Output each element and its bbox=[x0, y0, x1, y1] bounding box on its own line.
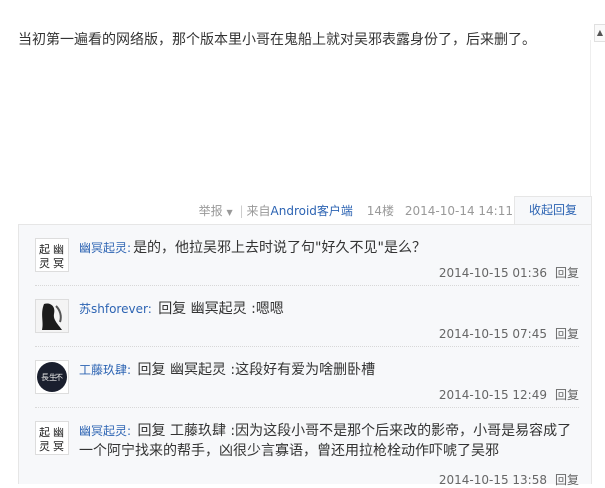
collapse-replies-button[interactable]: 收起回复 bbox=[514, 196, 592, 224]
source-prefix: 来自 bbox=[246, 204, 271, 218]
avatar[interactable]: 起 幽 灵 冥 bbox=[35, 421, 69, 455]
reply-username[interactable]: 工藤玖肆 bbox=[79, 363, 127, 377]
svg-text:起: 起 bbox=[39, 243, 50, 256]
reply-text: 嗯嗯 bbox=[255, 301, 284, 317]
svg-text:不: 不 bbox=[55, 373, 63, 382]
reply-meta: 2014-10-15 07:45 回复 bbox=[439, 325, 579, 342]
reply-target[interactable]: 幽冥起灵 bbox=[191, 301, 247, 317]
reply-text: 是的，他拉吴邪上去时说了句"好久不见"是么？ bbox=[133, 240, 426, 256]
caret-down-icon[interactable]: ▼ bbox=[226, 208, 232, 217]
svg-text:冥: 冥 bbox=[53, 440, 64, 453]
reply-time: 2014-10-15 13:58 bbox=[438, 473, 547, 487]
post-content: 当初第一遍看的网络版，那个版本里小哥在鬼船上就对吴邪表露身份了，后来删了。 bbox=[18, 32, 536, 48]
reply-text: 这段好有爱为啥删卧槽 bbox=[235, 362, 376, 378]
reply-meta: 2014-10-15 12:49 回复 bbox=[439, 386, 579, 403]
reply-username[interactable]: 苏shforever bbox=[79, 302, 148, 316]
svg-text:灵: 灵 bbox=[39, 440, 50, 453]
reply-button[interactable]: 回复 bbox=[555, 327, 579, 341]
reply-time: 2014-10-15 01:36 bbox=[438, 266, 547, 280]
reply-username[interactable]: 幽冥起灵 bbox=[79, 241, 127, 255]
separator: | bbox=[239, 204, 244, 218]
reply-target[interactable]: 工藤玖肆 bbox=[170, 423, 226, 439]
post-time: 2014-10-14 14:11 bbox=[404, 204, 513, 218]
scroll-up-icon[interactable]: ▲ bbox=[594, 24, 605, 42]
svg-text:幽: 幽 bbox=[53, 243, 64, 256]
divider bbox=[35, 285, 579, 287]
report-link[interactable]: 举报 bbox=[199, 204, 223, 218]
reply-button[interactable]: 回复 bbox=[555, 266, 579, 280]
client-link[interactable]: Android客户端 bbox=[271, 204, 353, 218]
reply-prefix: 回复 bbox=[158, 301, 187, 317]
avatar[interactable]: 長生 不 bbox=[35, 360, 69, 394]
svg-text:灵: 灵 bbox=[39, 257, 50, 270]
reply-list: 起 幽 灵 冥 幽冥起灵: 是的，他拉吴邪上去时说了句"好久不见"是么？ 2014… bbox=[18, 224, 592, 487]
floor-number: 14楼 bbox=[366, 204, 395, 218]
colon: : bbox=[127, 424, 132, 438]
svg-text:幽: 幽 bbox=[53, 426, 64, 439]
reply-body: 幽冥起灵: 回复 工藤玖肆 :因为这段小哥不是那个后来改的影帝，小哥是易容成了一… bbox=[79, 421, 579, 461]
avatar[interactable]: 起 幽 灵 冥 bbox=[35, 238, 69, 272]
colon: : bbox=[127, 363, 132, 377]
reply-body: 幽冥起灵: 是的，他拉吴邪上去时说了句"好久不见"是么？ bbox=[79, 238, 579, 258]
reply-username[interactable]: 幽冥起灵 bbox=[79, 424, 127, 438]
reply-button[interactable]: 回复 bbox=[555, 473, 579, 487]
reply-prefix: 回复 bbox=[137, 362, 166, 378]
colon: : bbox=[127, 241, 132, 255]
reply-target[interactable]: 幽冥起灵 bbox=[170, 362, 226, 378]
divider bbox=[590, 40, 591, 200]
reply-time: 2014-10-15 07:45 bbox=[438, 327, 547, 341]
reply-body: 苏shforever: 回复 幽冥起灵 :嗯嗯 bbox=[79, 299, 579, 319]
divider bbox=[35, 407, 579, 409]
reply-prefix: 回复 bbox=[137, 423, 166, 439]
reply-meta: 2014-10-15 01:36 回复 bbox=[439, 264, 579, 281]
svg-text:冥: 冥 bbox=[53, 257, 64, 270]
reply-body: 工藤玖肆: 回复 幽冥起灵 :这段好有爱为啥删卧槽 bbox=[79, 360, 579, 380]
post-tail-bar: 举报 ▼ | 来自Android客户端 14楼 2014-10-14 14:11 … bbox=[0, 196, 605, 224]
reply-button[interactable]: 回复 bbox=[555, 388, 579, 402]
avatar[interactable] bbox=[35, 299, 69, 333]
svg-text:起: 起 bbox=[39, 426, 50, 439]
divider bbox=[35, 346, 579, 348]
colon: : bbox=[147, 302, 152, 316]
reply-time: 2014-10-15 12:49 bbox=[438, 388, 547, 402]
post-meta: 举报 ▼ | 来自Android客户端 14楼 2014-10-14 14:11 bbox=[199, 202, 513, 219]
